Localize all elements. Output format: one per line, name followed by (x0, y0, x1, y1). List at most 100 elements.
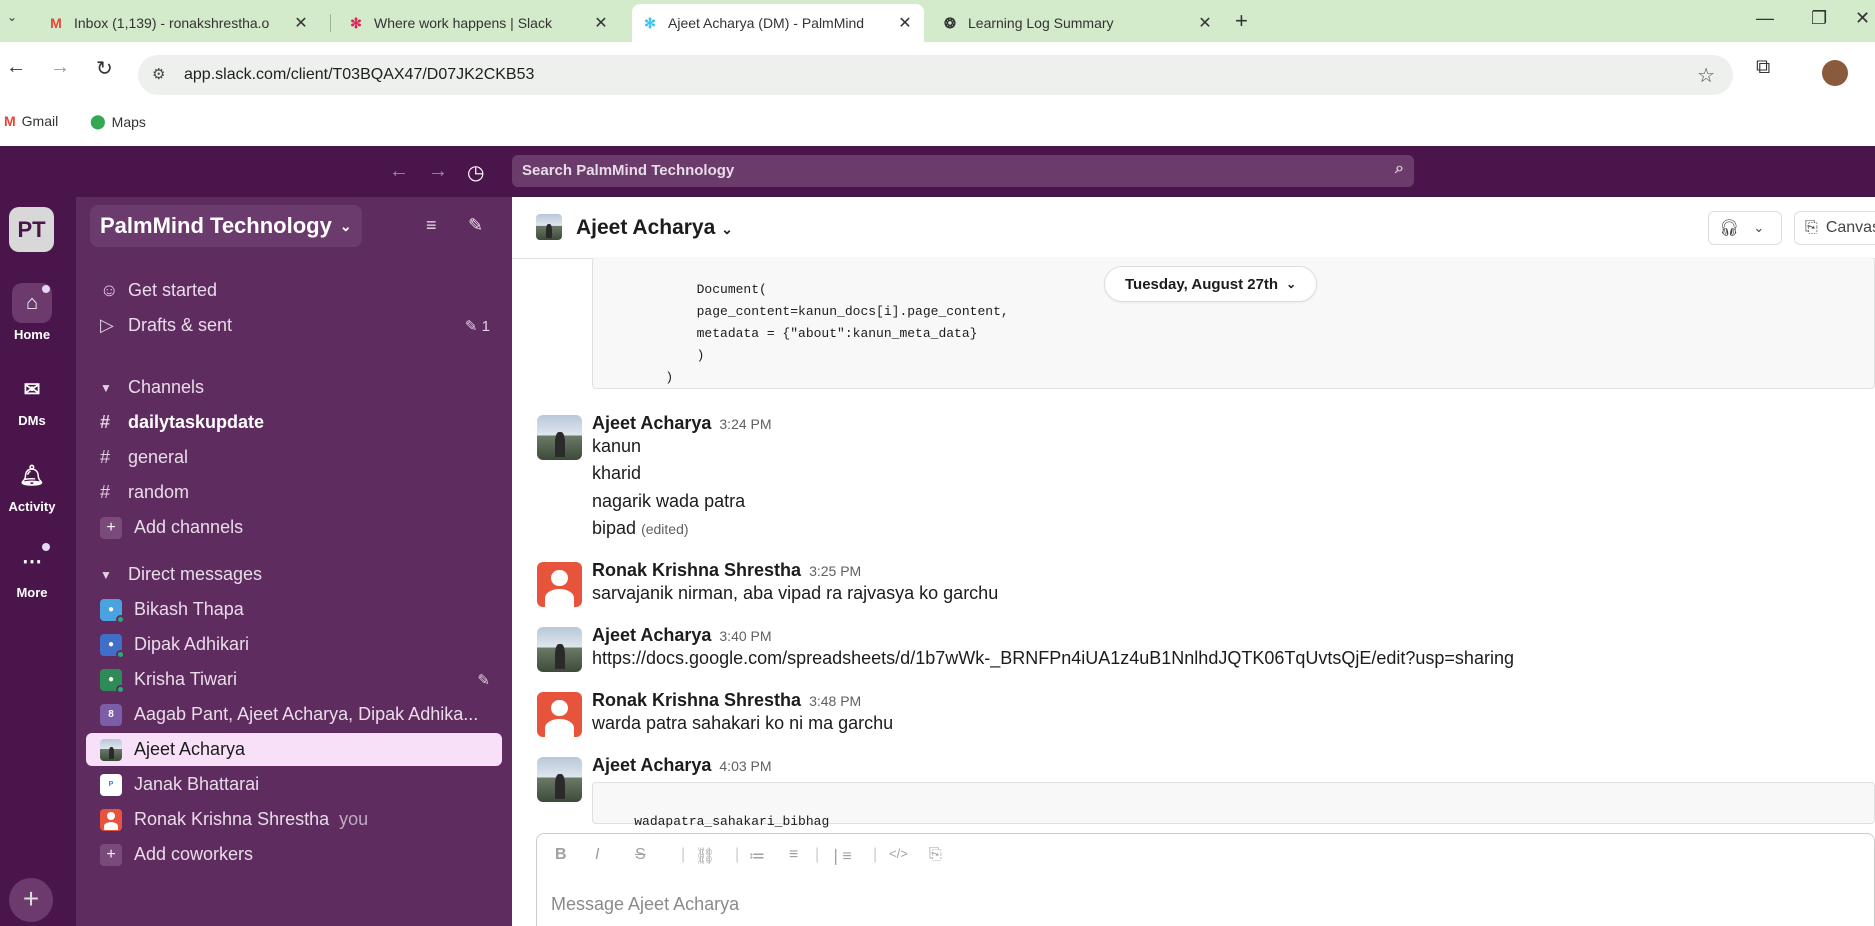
hash-icon: # (100, 412, 111, 432)
date-divider[interactable]: Tuesday, August 27th ⌄ (1104, 266, 1318, 302)
add-coworkers-button[interactable]: + Add coworkers (86, 838, 502, 871)
close-tab-icon[interactable]: ✕ (292, 13, 310, 33)
canvas-button[interactable]: ⎘ Canvas (1794, 211, 1875, 245)
channels-header[interactable]: ▼ Channels (86, 371, 502, 404)
dm-krisha-tiwari[interactable]: ● Krisha Tiwari ✎ (86, 663, 502, 696)
section-label: Direct messages (128, 564, 263, 584)
close-tab-icon[interactable]: ✕ (896, 13, 914, 33)
bookmark-maps[interactable]: ⬤ Maps (90, 113, 146, 130)
message-text: kharid (592, 463, 642, 483)
sidebar-item-label: Drafts & sent (128, 315, 233, 335)
code-block-text: Document( page_content=kanun_docs[i].pag… (665, 282, 1009, 385)
message-time[interactable]: 3:48 PM (809, 693, 861, 709)
new-tab-icon[interactable]: + (1235, 8, 1248, 34)
dm-ajeet-acharya[interactable]: Ajeet Acharya (86, 733, 502, 766)
message-link[interactable]: https://docs.google.com/spreadsheets/d/1… (592, 648, 1514, 669)
close-tab-icon[interactable]: ✕ (1196, 13, 1214, 33)
message-author[interactable]: Ajeet Acharya 3:40 PM (592, 625, 772, 646)
add-channels-button[interactable]: + Add channels (86, 511, 502, 544)
italic-icon[interactable]: I (595, 846, 599, 864)
history-back-icon[interactable]: ← (389, 160, 409, 183)
forward-icon[interactable]: → (50, 56, 70, 79)
bold-icon[interactable]: B (555, 846, 567, 864)
code-icon[interactable]: </> (889, 846, 908, 861)
rail-dms[interactable]: ✉ DMs (0, 369, 64, 429)
avatar: ● (100, 633, 125, 659)
address-bar[interactable]: ⚙ app.slack.com/client/T03BQAX47/D07JK2C… (138, 55, 1733, 95)
message-author[interactable]: Ajeet Acharya 4:03 PM (592, 755, 772, 776)
add-workspace-button[interactable]: + (9, 878, 53, 922)
code-block-text: wadapatra_sahakari_bibhag (634, 814, 830, 829)
search-input[interactable]: Search PalmMind Technology ⌕ (512, 155, 1414, 187)
sidebar-item-random[interactable]: # random (86, 476, 502, 509)
message-time[interactable]: 4:03 PM (719, 758, 771, 774)
message-time[interactable]: 3:25 PM (809, 563, 861, 579)
dm-name: Aagab Pant, Ajeet Acharya, Dipak Adhika.… (134, 704, 479, 724)
reload-icon[interactable]: ↻ (96, 56, 113, 81)
dm-ronak-krishna-shrestha[interactable]: Ronak Krishna Shrestha you (86, 803, 502, 836)
avatar[interactable] (537, 415, 582, 460)
dm-dipak-adhikari[interactable]: ● Dipak Adhikari (86, 628, 502, 661)
url-text[interactable]: app.slack.com/client/T03BQAX47/D07JK2CKB… (184, 66, 534, 84)
rail-activity[interactable]: 🔔︎ Activity (0, 455, 64, 515)
you-label: you (339, 809, 369, 829)
ordered-list-icon[interactable]: ≔ (749, 846, 765, 866)
close-tab-icon[interactable]: ✕ (592, 13, 610, 33)
tab-slack-dm[interactable]: ✻ Ajeet Acharya (DM) - PalmMind ✕ (632, 4, 924, 42)
workspace-name-button[interactable]: PalmMind Technology ⌄ (90, 205, 362, 247)
bookmark-star-icon[interactable]: ☆ (1697, 63, 1715, 88)
tab-gmail[interactable]: M Inbox (1,139) - ronakshrestha.o ✕ (38, 4, 320, 42)
tab-title: Learning Log Summary (968, 15, 1114, 31)
dm-group[interactable]: 8 Aagab Pant, Ajeet Acharya, Dipak Adhik… (86, 698, 502, 731)
sidebar-item-dailytaskupdate[interactable]: # dailytaskupdate (86, 406, 502, 439)
canvas-label: Canvas (1825, 219, 1875, 236)
tab-title: Inbox (1,139) - ronakshrestha.o (74, 15, 270, 31)
dm-bikash-thapa[interactable]: ● Bikash Thapa (86, 593, 502, 626)
history-clock-icon[interactable]: ◷ (467, 160, 484, 185)
back-icon[interactable]: ← (6, 56, 26, 79)
extensions-icon[interactable]: ⧉ (1756, 56, 1770, 79)
chat-title[interactable]: Ajeet Acharya ⌄ (576, 216, 733, 240)
tab-learning-log[interactable]: ❂ Learning Log Summary ✕ (932, 4, 1224, 42)
message-author[interactable]: Ronak Krishna Shrestha 3:25 PM (592, 560, 861, 581)
rail-more[interactable]: ⋯ More (0, 541, 64, 600)
blockquote-icon[interactable]: ❘≡ (829, 846, 852, 866)
message-author[interactable]: Ronak Krishna Shrestha 3:48 PM (592, 690, 861, 711)
bookmark-gmail[interactable]: M Gmail (4, 113, 58, 129)
code-block-icon[interactable]: ⎘ (929, 846, 942, 864)
message-time[interactable]: 3:40 PM (719, 628, 771, 644)
message-text: nagarik wada patra (592, 491, 746, 511)
message-composer[interactable]: B I S | ⛓ | ≔ ≡ | ❘≡ | </> ⎘ Message Aje… (536, 833, 1875, 926)
profile-avatar[interactable] (1822, 60, 1848, 86)
avatar[interactable] (537, 757, 582, 802)
sidebar-drafts-sent[interactable]: ▷ Drafts & sent ✎ 1 (86, 309, 502, 342)
strikethrough-icon[interactable]: S (635, 846, 646, 864)
minimize-icon[interactable]: — (1756, 8, 1774, 29)
filter-icon[interactable]: ≡ (426, 215, 437, 236)
bulleted-list-icon[interactable]: ≡ (789, 846, 798, 864)
history-forward-icon[interactable]: → (428, 160, 448, 183)
dm-janak-bhattarai[interactable]: P Janak Bhattarai (86, 768, 502, 801)
avatar[interactable] (537, 692, 582, 737)
restore-icon[interactable]: ❐ (1811, 8, 1827, 29)
huddle-button[interactable]: 🎧︎ ⌄ (1708, 211, 1782, 245)
site-settings-icon[interactable]: ⚙ (152, 65, 165, 83)
rail-home[interactable]: ⌂ Home (0, 283, 64, 342)
close-window-icon[interactable]: ✕ (1855, 8, 1870, 29)
tab-search-icon[interactable]: ⌄ (2, 10, 22, 30)
sidebar-get-started[interactable]: ☺ Get started (86, 274, 502, 307)
group-count-badge: 8 (100, 703, 122, 726)
message-author[interactable]: Ajeet Acharya 3:24 PM (592, 413, 772, 434)
avatar[interactable] (537, 562, 582, 607)
avatar[interactable] (537, 627, 582, 672)
workspace-switcher[interactable]: PT (9, 207, 54, 252)
chevron-down-icon: ⌄ (339, 217, 352, 234)
link-icon[interactable]: ⛓ (695, 846, 715, 866)
sidebar-item-general[interactable]: # general (86, 441, 502, 474)
tab-slack[interactable]: ✻ Where work happens | Slack ✕ (338, 4, 620, 42)
compose-icon[interactable]: ✎ (468, 215, 483, 236)
direct-messages-header[interactable]: ▼ Direct messages (86, 558, 502, 591)
chat-pane: Ajeet Acharya ⌄ 🎧︎ ⌄ ⎘ Canvas Document( … (512, 197, 1875, 926)
chatgpt-icon: ❂ (944, 14, 956, 31)
message-time[interactable]: 3:24 PM (719, 416, 771, 432)
